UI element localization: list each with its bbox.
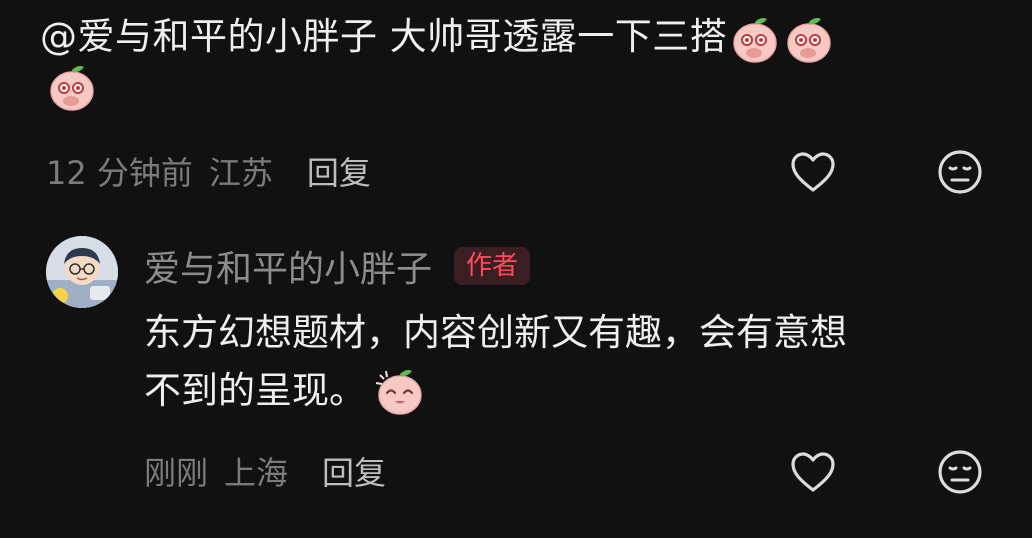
- comment-thread: @爱与和平的小胖子 大帅哥透露一下三搭 12 分钟前 江苏 回复 爱与和平的小胖…: [0, 0, 1032, 538]
- meh-face-icon: [938, 450, 982, 494]
- reply-text-line2-wrap: 不到的呈现。: [144, 362, 964, 420]
- top-comment-body: @爱与和平的小胖子 大帅哥透露一下三搭: [40, 10, 980, 65]
- shy-peach-emoji-icon: [46, 61, 98, 113]
- heart-outline-icon: [791, 452, 835, 492]
- shy-peach-emoji-icon: [729, 13, 781, 65]
- top-comment-text: @爱与和平的小胖子 大帅哥透露一下三搭: [40, 15, 728, 58]
- avatar-illustration-icon: [46, 236, 118, 308]
- reply-comment-like-button[interactable]: [787, 446, 839, 498]
- top-comment-location: 江苏: [208, 154, 273, 192]
- meh-face-icon: [938, 150, 982, 194]
- top-comment-dislike-button[interactable]: [934, 146, 986, 198]
- reply-text-line1: 东方幻想题材，内容创新又有趣，会有意想: [144, 311, 847, 354]
- reply-comment-reply-button[interactable]: 回复: [322, 448, 386, 494]
- reply-comment-meta: 刚刚 上海 回复: [144, 448, 386, 494]
- top-comment-like-button[interactable]: [787, 146, 839, 198]
- top-comment-time: 12 分钟前: [46, 154, 193, 192]
- shy-peach-emoji-icon: [783, 13, 835, 65]
- top-comment-meta: 12 分钟前 江苏 回复: [46, 148, 371, 194]
- reply-comment-dislike-button[interactable]: [934, 446, 986, 498]
- reply-comment-time: 刚刚: [144, 454, 209, 492]
- avatar[interactable]: [46, 236, 118, 308]
- top-comment-emoji-line: [40, 61, 980, 113]
- reply-author-name[interactable]: 爱与和平的小胖子: [144, 240, 432, 292]
- happy-peach-emoji-icon: [374, 365, 426, 417]
- top-comment-reply-button[interactable]: 回复: [307, 148, 371, 194]
- reply-text-line2: 不到的呈现。: [144, 369, 366, 412]
- top-comment: @爱与和平的小胖子 大帅哥透露一下三搭: [40, 10, 980, 113]
- heart-outline-icon: [791, 152, 835, 192]
- reply-comment-body: 东方幻想题材，内容创新又有趣，会有意想 不到的呈现。: [144, 304, 964, 420]
- reply-author-row: 爱与和平的小胖子 作者: [144, 240, 531, 292]
- author-badge: 作者: [454, 247, 531, 285]
- reply-comment-location: 上海: [224, 454, 289, 492]
